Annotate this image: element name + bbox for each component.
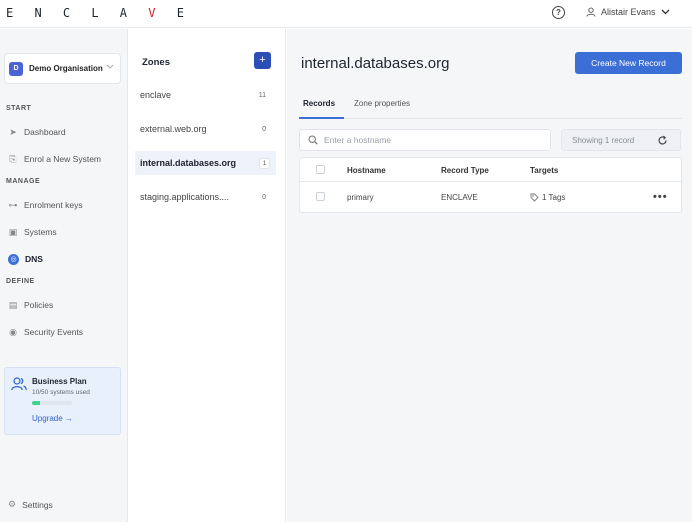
page-title: internal.databases.org xyxy=(301,55,450,72)
column-header-record-type[interactable]: Record Type xyxy=(441,166,489,175)
search-icon xyxy=(308,135,318,145)
org-badge: D xyxy=(9,61,23,76)
search-box xyxy=(299,129,551,151)
add-zone-button[interactable]: + xyxy=(254,52,271,69)
main-content: internal.databases.org Create New Record… xyxy=(287,29,692,522)
tag-icon xyxy=(530,193,539,202)
cell-hostname: primary xyxy=(347,193,374,202)
sidebar: D Demo Organisation START ➤ Dashboard ⎘ … xyxy=(0,29,128,522)
document-icon: ▤ xyxy=(8,299,18,310)
sidebar-item-label: Enrol a New System xyxy=(24,154,101,164)
chevron-down-icon xyxy=(661,9,669,15)
sidebar-item-systems[interactable]: ▣ Systems xyxy=(8,225,57,239)
plan-title: Business Plan xyxy=(32,377,87,386)
record-count-box: Showing 1 record xyxy=(561,129,681,151)
cell-targets: 1 Tags xyxy=(530,193,565,202)
zone-name: enclave xyxy=(140,90,172,100)
zone-name: external.web.org xyxy=(140,124,207,134)
section-define: DEFINE xyxy=(6,278,35,285)
sidebar-item-label: Security Events xyxy=(24,327,84,337)
chevron-down-icon xyxy=(106,64,114,69)
send-icon: ➤ xyxy=(9,126,17,137)
zone-count: 0 xyxy=(262,193,266,201)
shield-icon: ◉ xyxy=(9,326,17,337)
sidebar-item-security-events[interactable]: ◉ Security Events xyxy=(8,325,83,339)
enrol-icon: ⎘ xyxy=(9,153,17,164)
records-table: Hostname Record Type Targets primary ENC… xyxy=(299,157,682,213)
user-menu[interactable]: Alistair Evans xyxy=(586,7,670,17)
sidebar-item-label: Systems xyxy=(24,227,57,237)
gear-icon: ⚙ xyxy=(8,499,17,509)
zone-item[interactable]: staging.applications.... 0 xyxy=(135,185,276,209)
user-icon xyxy=(586,7,596,17)
tab-records[interactable]: Records xyxy=(303,99,335,108)
upgrade-link[interactable]: Upgrade → xyxy=(32,414,73,423)
zone-count: 11 xyxy=(258,91,266,99)
row-checkbox[interactable] xyxy=(316,192,325,201)
plan-usage-bar xyxy=(32,401,72,405)
active-tab-indicator xyxy=(299,117,344,119)
sidebar-item-label: DNS xyxy=(25,254,43,264)
monitor-icon: ▣ xyxy=(8,226,18,237)
sidebar-item-policies[interactable]: ▤ Policies xyxy=(8,298,54,312)
section-manage: MANAGE xyxy=(6,178,41,185)
targets-label: 1 Tags xyxy=(542,193,566,202)
zones-panel: Zones + enclave 11 external.web.org 0 in… xyxy=(129,29,286,522)
zone-count: 0 xyxy=(262,125,266,133)
refresh-icon[interactable] xyxy=(657,135,668,146)
sidebar-item-label: Enrolment keys xyxy=(24,200,83,210)
column-header-hostname[interactable]: Hostname xyxy=(347,166,386,175)
plan-usage-bar-fill xyxy=(32,401,40,405)
zone-item-selected[interactable]: internal.databases.org 1 xyxy=(135,151,276,175)
tab-zone-properties[interactable]: Zone properties xyxy=(354,99,410,108)
zone-name: internal.databases.org xyxy=(140,158,237,168)
top-bar: E N C L A V E ? Alistair Evans xyxy=(0,0,692,28)
sidebar-item-label: Dashboard xyxy=(24,127,66,137)
sidebar-item-settings[interactable]: ⚙ Settings xyxy=(8,499,53,510)
select-all-checkbox[interactable] xyxy=(316,165,325,174)
organisation-selector[interactable]: D Demo Organisation xyxy=(4,53,121,84)
sidebar-item-label: Settings xyxy=(22,499,53,510)
tab-bar: Records Zone properties xyxy=(299,93,682,119)
enclave-logo[interactable]: E N C L A V E xyxy=(6,6,191,20)
sidebar-item-dashboard[interactable]: ➤ Dashboard xyxy=(8,125,66,139)
sidebar-item-enrol[interactable]: ⎘ Enrol a New System xyxy=(8,152,101,166)
zone-item[interactable]: enclave 11 xyxy=(135,83,276,107)
plan-usage: 10/50 systems used xyxy=(32,389,90,396)
key-icon: ⊶ xyxy=(8,199,18,210)
cell-record-type: ENCLAVE xyxy=(441,193,478,202)
more-actions-icon[interactable]: ••• xyxy=(653,191,668,203)
sidebar-item-dns[interactable]: ◎ DNS xyxy=(8,252,43,266)
record-count-label: Showing 1 record xyxy=(572,136,635,145)
globe-icon: ◎ xyxy=(8,253,19,265)
sidebar-item-enrolment-keys[interactable]: ⊶ Enrolment keys xyxy=(8,198,83,212)
zone-name: staging.applications.... xyxy=(140,192,230,202)
user-name: Alistair Evans xyxy=(601,7,656,17)
table-row[interactable]: primary ENCLAVE 1 Tags ••• xyxy=(300,183,681,213)
column-header-targets[interactable]: Targets xyxy=(530,166,558,175)
hostname-search-input[interactable] xyxy=(324,135,524,145)
zone-count: 1 xyxy=(259,157,270,169)
plan-card: Business Plan 10/50 systems used Upgrade… xyxy=(4,367,121,435)
sidebar-item-label: Policies xyxy=(24,300,54,310)
section-start: START xyxy=(6,105,32,112)
users-icon xyxy=(11,377,27,391)
zones-title: Zones xyxy=(142,57,170,68)
org-label: Demo Organisation xyxy=(29,64,103,73)
create-record-button[interactable]: Create New Record xyxy=(575,52,682,74)
help-icon[interactable]: ? xyxy=(552,6,565,19)
table-header: Hostname Record Type Targets xyxy=(300,158,681,182)
zone-item[interactable]: external.web.org 0 xyxy=(135,117,276,141)
